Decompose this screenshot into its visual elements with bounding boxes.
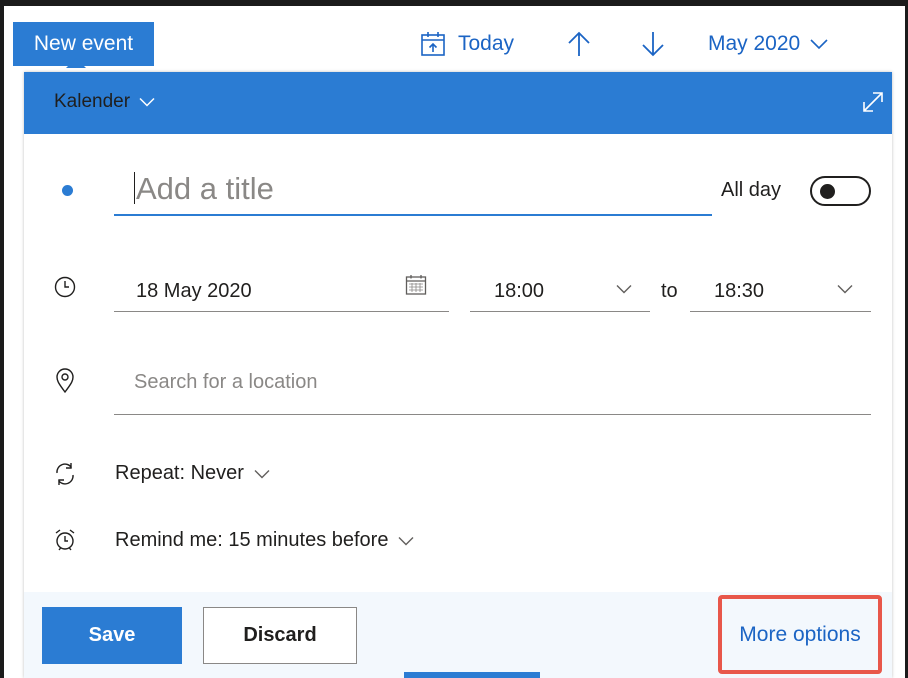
date-value: 18 May 2020 — [136, 280, 252, 302]
text-cursor — [134, 172, 135, 204]
chevron-down-icon — [398, 536, 414, 545]
title-input[interactable] — [136, 166, 706, 212]
window-frame-top — [0, 0, 908, 6]
reminder-selector[interactable]: Remind me: 15 minutes before — [115, 529, 414, 552]
alarm-clock-icon — [55, 529, 75, 551]
date-picker[interactable]: 18 May 2020 — [114, 264, 449, 312]
arrow-down-icon — [642, 32, 664, 57]
chevron-down-icon — [837, 285, 853, 294]
expand-icon[interactable] — [861, 90, 885, 114]
calendar-name: Kalender — [54, 91, 131, 112]
end-time-value: 18:30 — [714, 280, 765, 302]
month-picker[interactable]: May 2020 — [708, 26, 828, 62]
calendar-icon[interactable] — [405, 274, 427, 296]
end-time-picker[interactable]: 18:30 — [690, 264, 871, 312]
save-button[interactable]: Save — [42, 607, 182, 664]
new-event-label: New event — [33, 32, 134, 55]
chevron-down-icon — [254, 469, 270, 478]
location-input[interactable] — [134, 366, 834, 398]
repeat-icon — [56, 463, 74, 485]
location-pin-icon — [56, 368, 74, 394]
month-label: May 2020 — [708, 32, 801, 55]
partial-blue-bar — [404, 672, 540, 678]
repeat-label: Repeat: Never — [115, 462, 244, 484]
start-time-value: 18:00 — [494, 280, 545, 302]
arrow-up-icon — [568, 31, 590, 56]
location-field[interactable] — [114, 364, 871, 415]
clock-icon — [54, 276, 76, 298]
discard-button[interactable]: Discard — [203, 607, 357, 664]
repeat-selector[interactable]: Repeat: Never — [115, 462, 270, 485]
chevron-down-icon — [810, 39, 828, 50]
chevron-down-icon — [139, 97, 155, 107]
window-frame-left — [0, 0, 4, 678]
more-options-link[interactable]: More options — [718, 595, 882, 674]
toggle-knob — [820, 184, 835, 199]
calendar-selector[interactable]: Kalender — [54, 91, 155, 113]
title-field[interactable] — [114, 166, 712, 216]
previous-button[interactable] — [566, 26, 592, 62]
panel-footer: Save Discard More options — [24, 592, 892, 678]
new-event-panel: Kalender All day 18 May 2020 18:00 — [24, 72, 892, 678]
calendar-color-dot — [62, 185, 73, 196]
start-time-picker[interactable]: 18:00 — [470, 264, 650, 312]
calendar-today-icon — [421, 32, 445, 56]
chevron-down-icon — [616, 285, 632, 294]
new-event-pointer — [66, 58, 86, 68]
all-day-label: All day — [721, 179, 782, 201]
today-button[interactable]: Today — [420, 26, 514, 62]
all-day-toggle[interactable] — [810, 176, 871, 206]
today-label: Today — [458, 32, 515, 55]
to-label: to — [661, 280, 678, 302]
reminder-label: Remind me: 15 minutes before — [115, 529, 389, 551]
panel-header: Kalender — [24, 72, 892, 134]
next-button[interactable] — [640, 26, 666, 62]
more-options-label: More options — [739, 622, 861, 646]
